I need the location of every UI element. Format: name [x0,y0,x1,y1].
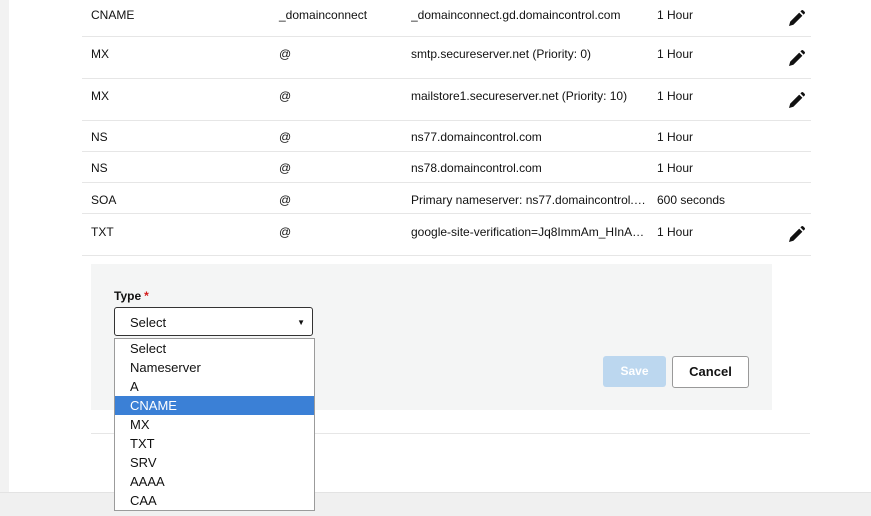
dropdown-option[interactable]: TXT [115,434,314,453]
pencil-icon[interactable] [786,225,808,247]
type-field-label: Type * [114,289,149,303]
record-type: NS [91,130,108,144]
record-type: SOA [91,193,117,207]
record-name: @ [279,225,292,239]
pencil-icon[interactable] [786,91,808,113]
save-button[interactable]: Save [603,356,666,387]
record-name: @ [279,193,292,207]
type-select-value: Select [130,315,167,330]
record-name: _domainconnect [279,8,368,22]
dropdown-option[interactable]: Select [115,339,314,358]
triangle-down-icon: ▼ [297,318,305,327]
record-name: @ [279,161,292,175]
required-mark: * [144,289,149,303]
pencil-icon[interactable] [786,9,808,31]
dropdown-option[interactable]: SRV [115,453,314,472]
type-dropdown-list: Select Nameserver A CNAME MX TXT SRV AAA… [114,338,315,511]
table-row: MX @ smtp.secureserver.net (Priority: 0)… [82,36,811,79]
table-row: NS @ ns78.domaincontrol.com 1 Hour [82,151,811,183]
record-value: _domainconnect.gd.domaincontrol.com [411,8,621,22]
type-select[interactable]: Select ▼ [114,307,313,336]
record-type: NS [91,161,108,175]
record-name: @ [279,89,292,103]
record-ttl: 1 Hour [657,130,694,144]
record-value: Primary nameserver: ns77.domaincontrol.c… [411,193,647,207]
pencil-icon[interactable] [786,49,808,71]
record-ttl: 1 Hour [657,161,694,175]
table-row: SOA @ Primary nameserver: ns77.domaincon… [82,182,811,214]
table-row: TXT @ google-site-verification=Jq8ImmAm_… [82,213,811,256]
record-type: MX [91,89,109,103]
dropdown-option[interactable]: AAAA [115,472,314,491]
record-value: google-site-verification=Jq8ImmAm_HInA_.… [411,225,647,239]
record-name: @ [279,47,292,61]
record-value: mailstore1.secureserver.net (Priority: 1… [411,89,628,103]
record-ttl: 600 seconds [657,193,726,207]
record-type: CNAME [91,8,135,22]
cancel-button[interactable]: Cancel [672,356,749,388]
dropdown-option[interactable]: CAA [115,491,314,510]
table-row: MX @ mailstore1.secureserver.net (Priori… [82,78,811,121]
record-ttl: 1 Hour [657,89,694,103]
dropdown-option[interactable]: MX [115,415,314,434]
record-value: smtp.secureserver.net (Priority: 0) [411,47,592,61]
record-type: MX [91,47,109,61]
dropdown-option[interactable]: Nameserver [115,358,314,377]
record-value: ns77.domaincontrol.com [411,130,542,144]
dropdown-option-highlighted[interactable]: CNAME [115,396,314,415]
record-ttl: 1 Hour [657,47,694,61]
record-name: @ [279,130,292,144]
type-label-text: Type [114,289,142,303]
dropdown-option[interactable]: A [115,377,314,396]
table-row: CNAME _domainconnect _domainconnect.gd.d… [82,0,811,37]
record-ttl: 1 Hour [657,225,694,239]
record-type: TXT [91,225,114,239]
table-row: NS @ ns77.domaincontrol.com 1 Hour [82,120,811,152]
record-value: ns78.domaincontrol.com [411,161,542,175]
record-ttl: 1 Hour [657,8,694,22]
